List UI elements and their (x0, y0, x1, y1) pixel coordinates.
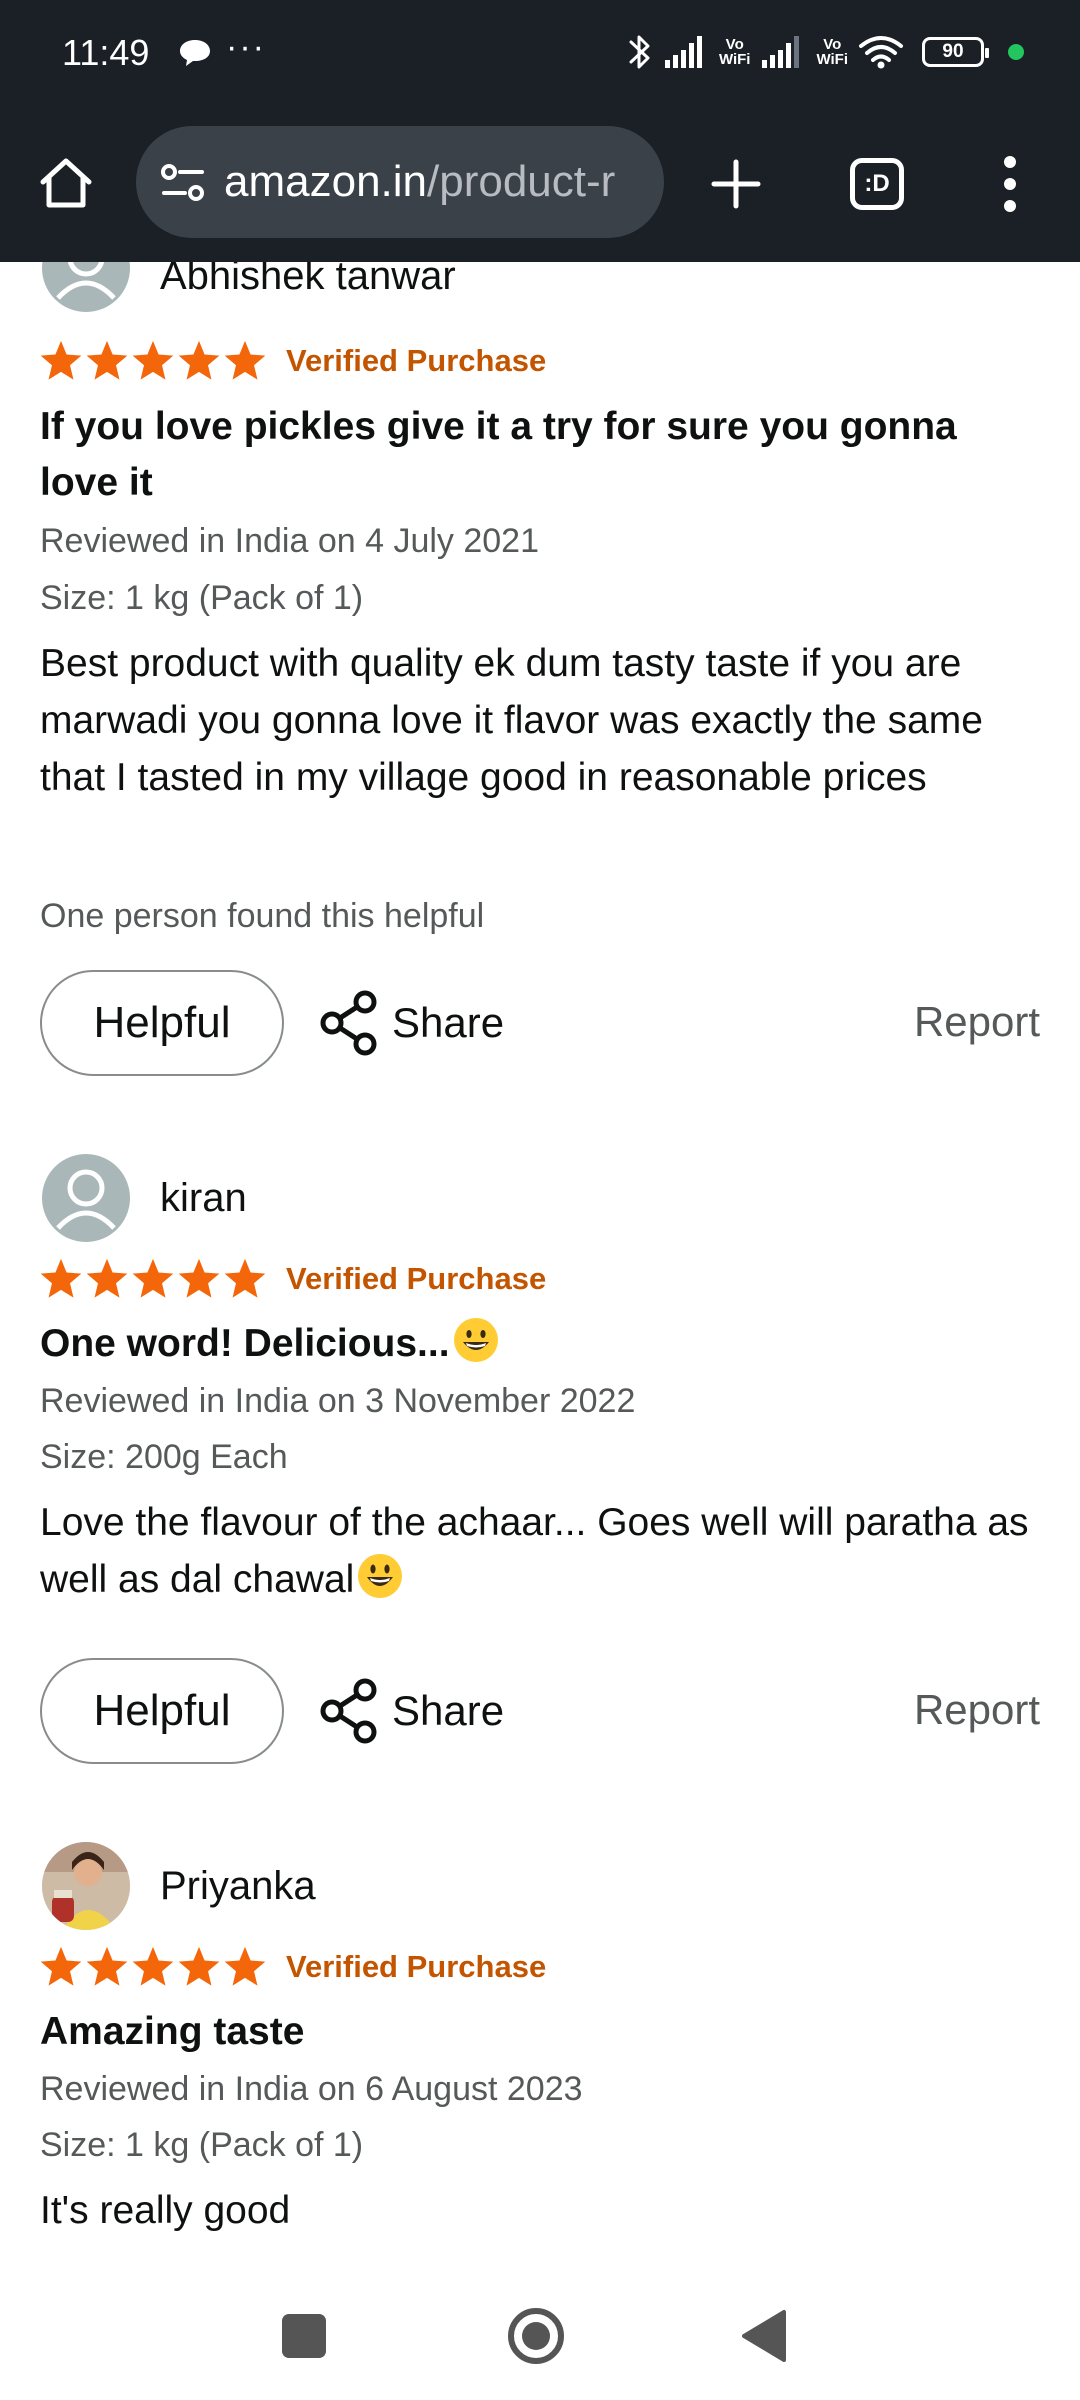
review-body: It's really good (40, 2189, 291, 2232)
review-title: Amazing taste (40, 2010, 305, 2053)
star-icon (178, 1258, 220, 1298)
tab-switcher-button[interactable]: :D (850, 158, 904, 210)
review-size[interactable]: Size: 1 kg (Pack of 1) (40, 579, 363, 618)
helpful-button[interactable]: Helpful (40, 970, 284, 1076)
share-icon (320, 990, 377, 1056)
star-icon (178, 340, 220, 380)
star-icon (224, 1258, 266, 1298)
user-photo-avatar (42, 1842, 130, 1930)
star-icon (86, 340, 128, 380)
verified-purchase-badge: Verified Purchase (286, 1261, 547, 1296)
signal-icon (762, 36, 800, 68)
url-text: amazon.in/product-r (224, 156, 615, 208)
report-link[interactable]: Report (914, 998, 1040, 1046)
rating-stars: Verified Purchase (38, 1254, 546, 1304)
chat-bubble-icon (180, 40, 210, 66)
status-icons: Vo WiFi Vo WiFi 90 (627, 28, 1024, 76)
star-icon (86, 1946, 128, 1986)
rating-stars: Verified Purchase (38, 1942, 546, 1992)
star-icon (40, 340, 82, 380)
star-icon (132, 340, 174, 380)
helpful-label: Helpful (93, 1686, 231, 1735)
star-icon (40, 1946, 82, 1986)
review-body: Best product with quality ek dum tasty t… (40, 642, 983, 799)
share-icon (320, 1678, 377, 1744)
star-icon (178, 1946, 220, 1986)
review-size[interactable]: Size: 1 kg (Pack of 1) (40, 2126, 363, 2165)
share-button[interactable]: Share (318, 1676, 504, 1746)
vowifi-line-2: WiFi (816, 51, 848, 68)
url-path: /product-r (427, 157, 616, 206)
share-label: Share (392, 1687, 505, 1734)
review-title: One word! Delicious... (40, 1316, 1040, 1372)
status-bar: 11:49 ··· Vo WiFi Vo WiFi 90 (0, 0, 1080, 104)
vowifi-indicator: Vo WiFi (816, 37, 848, 67)
helpful-label: Helpful (93, 998, 231, 1047)
browser-chrome: 11:49 ··· Vo WiFi Vo WiFi 90 amazon.in/p… (0, 0, 1080, 262)
share-label: Share (392, 999, 505, 1046)
status-time: 11:49 (62, 32, 150, 73)
site-settings-icon[interactable] (158, 162, 208, 204)
grinning-face-emoji-icon (453, 1318, 498, 1362)
more-options-icon[interactable] (996, 154, 1024, 214)
vowifi-line-1: Vo (823, 36, 842, 53)
privacy-indicator-dot (1008, 44, 1024, 60)
verified-purchase-badge: Verified Purchase (286, 1949, 547, 1984)
star-icon (132, 1946, 174, 1986)
bluetooth-icon (629, 35, 650, 69)
wifi-icon (859, 36, 903, 69)
browser-toolbar: amazon.in/product-r :D (0, 126, 1080, 238)
vowifi-line-1: Vo (725, 36, 744, 53)
back-button[interactable] (740, 2308, 788, 2364)
system-navigation-bar (0, 2284, 1080, 2400)
review-title: If you love pickles give it a try for su… (40, 405, 957, 504)
helpful-count: One person found this helpful (40, 897, 485, 935)
status-overflow: ··· (226, 28, 266, 66)
star-icon (40, 1258, 82, 1298)
review-date: Reviewed in India on 3 November 2022 (40, 1382, 636, 1420)
smiling-face-emoji-icon (358, 1554, 403, 1598)
home-icon[interactable] (38, 156, 94, 210)
reviews-list: Abhishek tanwar Verified Purchase If you… (0, 262, 1080, 2284)
review-date: Reviewed in India on 4 July 2021 (40, 522, 539, 560)
reviewer-name[interactable]: kiran (160, 1176, 247, 1221)
signal-icon (664, 36, 702, 68)
review-date: Reviewed in India on 6 August 2023 (40, 2070, 583, 2108)
url-host: amazon.in (224, 157, 428, 206)
rating-stars: Verified Purchase (38, 336, 546, 386)
share-button[interactable]: Share (318, 988, 504, 1058)
star-icon (224, 340, 266, 380)
reviewer-name[interactable]: Abhishek tanwar (160, 262, 456, 299)
vowifi-line-2: WiFi (718, 51, 751, 68)
recents-button[interactable] (282, 2314, 326, 2358)
avatar (42, 1154, 130, 1242)
helpful-button[interactable]: Helpful (40, 1658, 284, 1764)
review-size[interactable]: Size: 200g Each (40, 1438, 288, 1477)
tab-switcher-label: :D (864, 170, 890, 197)
default-user-icon (56, 1169, 116, 1230)
default-user-icon (56, 262, 116, 300)
review-title-text: One word! Delicious... (40, 1322, 450, 1365)
home-button[interactable] (506, 2306, 566, 2366)
new-tab-icon[interactable] (708, 156, 764, 212)
vowifi-indicator: Vo WiFi (719, 37, 751, 67)
star-icon (86, 1258, 128, 1298)
star-icon (132, 1258, 174, 1298)
star-icon (224, 1946, 266, 1986)
report-link[interactable]: Report (914, 1686, 1040, 1734)
review-body-text: Love the flavour of the achaar... Goes w… (40, 1501, 1029, 1601)
avatar (42, 262, 130, 312)
review-body: Love the flavour of the achaar... Goes w… (40, 1494, 1050, 1608)
battery-icon: 90 (922, 37, 989, 67)
reviewer-name[interactable]: Priyanka (160, 1864, 316, 1909)
address-bar[interactable]: amazon.in/product-r (136, 126, 664, 238)
avatar (42, 1842, 130, 1930)
verified-purchase-badge: Verified Purchase (286, 343, 547, 378)
battery-level: 90 (942, 41, 964, 62)
